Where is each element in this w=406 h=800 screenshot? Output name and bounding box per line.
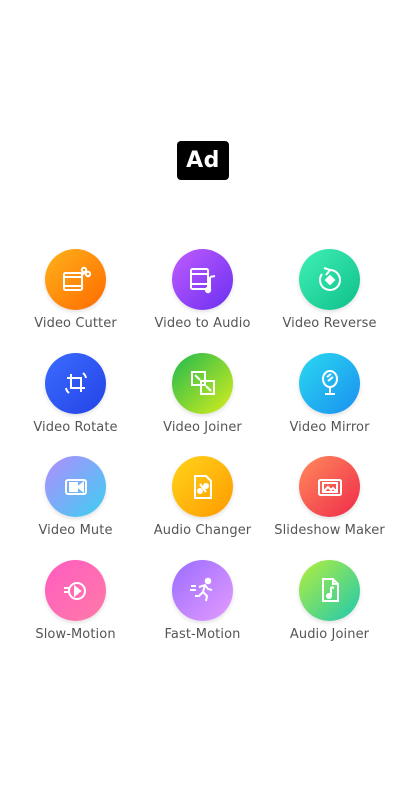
tool-video-rotate[interactable]: Video Rotate (12, 352, 139, 457)
tool-video-to-audio[interactable]: Video to Audio (139, 249, 266, 353)
tool-circle (172, 456, 233, 517)
tools-grid: Video Cutter Video to Audio Video Revers… (12, 249, 394, 663)
tool-label: Fast-Motion (164, 626, 241, 642)
tool-label: Video Cutter (34, 316, 117, 331)
tool-audio-joiner[interactable]: Audio Joiner (266, 559, 393, 664)
running-icon (188, 575, 218, 605)
tool-label: Video to Audio (154, 316, 251, 331)
tool-slideshow-maker[interactable]: Slideshow Maker (266, 456, 393, 560)
tool-circle (299, 352, 360, 414)
tool-label: Slideshow Maker (274, 523, 385, 538)
tool-circle (45, 249, 106, 310)
join-squares-icon (188, 368, 218, 398)
mirror-icon (315, 368, 345, 398)
tool-video-mirror[interactable]: Video Mirror (266, 352, 393, 457)
tool-video-reverse[interactable]: Video Reverse (266, 249, 393, 353)
tool-label: Video Reverse (282, 316, 377, 331)
rotate-reverse-icon (315, 265, 345, 295)
tool-circle (172, 352, 233, 414)
film-scissors-icon (61, 265, 91, 295)
tool-circle (45, 456, 106, 517)
tool-video-mute[interactable]: Video Mute (12, 456, 139, 560)
tool-circle (299, 249, 360, 310)
tool-label: Video Joiner (163, 419, 242, 435)
tool-circle (299, 456, 360, 517)
tool-label: Audio Joiner (289, 626, 370, 642)
tool-circle (299, 559, 360, 621)
tool-circle (45, 352, 106, 414)
film-music-icon (188, 265, 218, 295)
tool-circle (172, 559, 233, 621)
video-camera-icon (61, 472, 91, 502)
tool-label: Video Rotate (33, 419, 118, 435)
tool-video-cutter[interactable]: Video Cutter (12, 249, 139, 353)
tool-label: Video Mute (38, 523, 113, 538)
crop-rotate-icon (61, 368, 91, 398)
tool-circle (45, 559, 106, 621)
tool-slow-motion[interactable]: Slow-Motion (12, 559, 139, 664)
tool-label: Audio Changer (153, 523, 252, 538)
tool-label: Slow-Motion (35, 626, 116, 642)
tool-audio-changer[interactable]: Audio Changer (139, 456, 266, 560)
ad-badge[interactable]: Ad (177, 141, 229, 180)
file-audio-icon (188, 472, 218, 502)
tool-video-joiner[interactable]: Video Joiner (139, 352, 266, 457)
tool-fast-motion[interactable]: Fast-Motion (139, 559, 266, 664)
slideshow-icon (315, 472, 345, 502)
tool-label: Video Mirror (289, 419, 370, 435)
audio-file-icon (315, 575, 345, 605)
slow-motion-icon (61, 575, 91, 605)
tool-circle (172, 249, 233, 310)
